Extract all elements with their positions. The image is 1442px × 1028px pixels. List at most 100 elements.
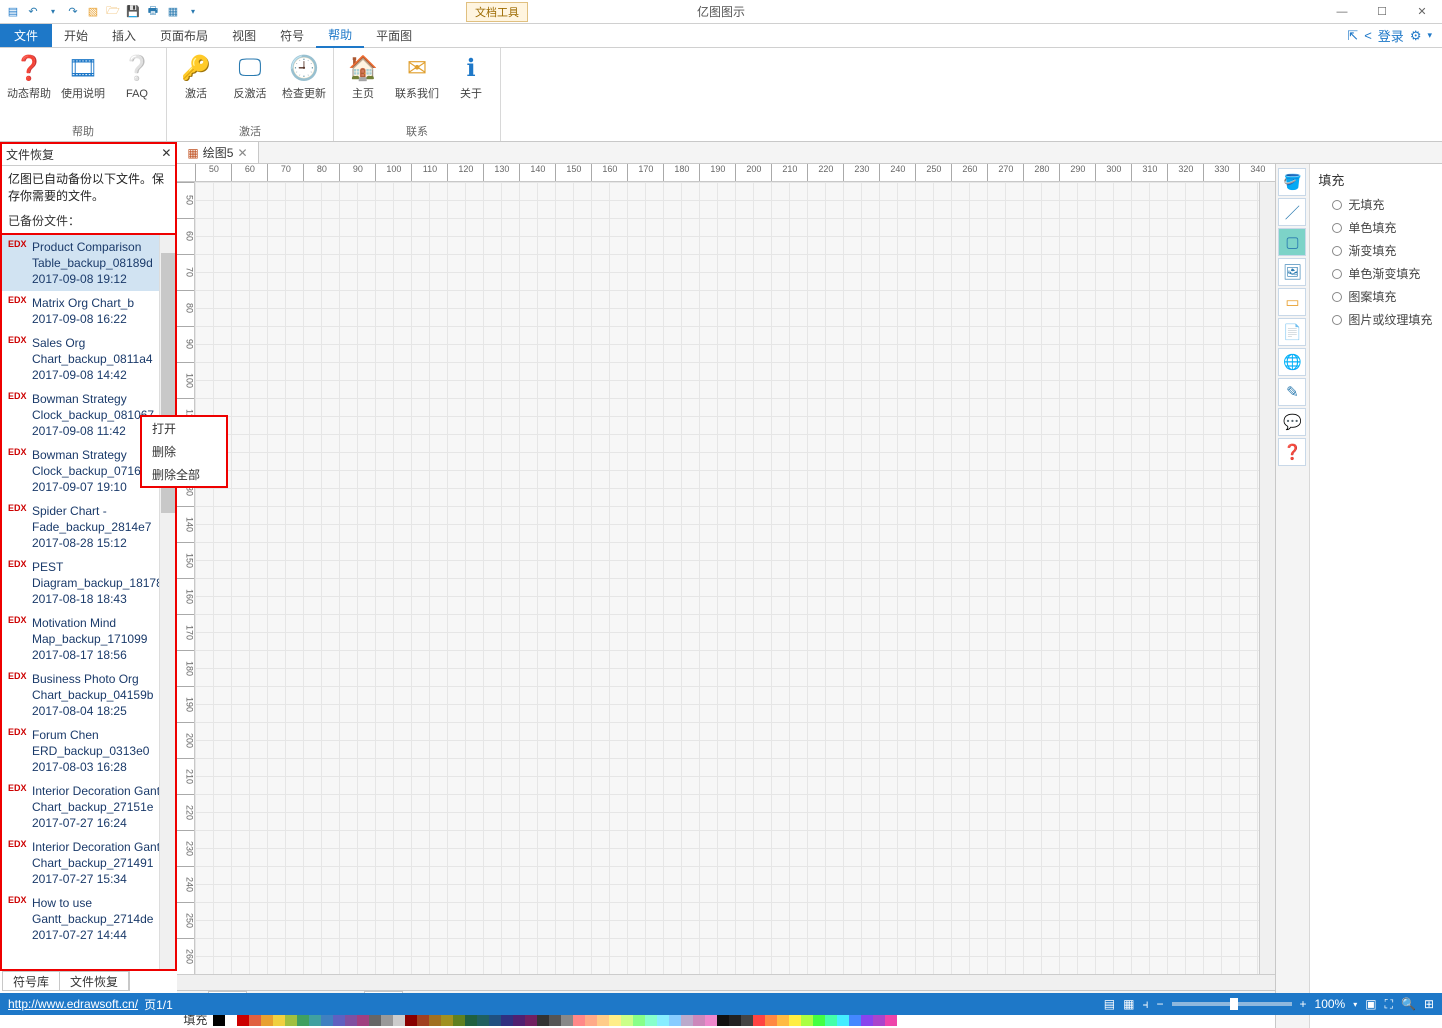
backup-file-item[interactable]: EDXForum Chen ERD_backup_0313e02017-08-0… [2,723,175,779]
color-swatch[interactable] [573,1014,585,1026]
activate-button[interactable]: 🔑激活 [173,52,219,117]
gear-icon[interactable]: ⚙ [1410,28,1422,44]
qat-dropdown-icon[interactable]: ▾ [184,3,202,21]
color-swatch[interactable] [285,1014,297,1026]
tab-symbol[interactable]: 符号 [268,24,316,47]
color-swatch[interactable] [633,1014,645,1026]
color-swatch[interactable] [489,1014,501,1026]
tab-view[interactable]: 视图 [220,24,268,47]
backup-file-item[interactable]: EDXProduct Comparison Table_backup_08189… [2,235,175,291]
zoom-slider[interactable] [1172,1002,1292,1006]
login-button[interactable]: 登录 [1378,26,1404,45]
color-swatch[interactable] [513,1014,525,1026]
new-icon[interactable]: ▧ [84,3,102,21]
undo-icon[interactable]: ↶ [24,3,42,21]
deactivate-button[interactable]: 🖵反激活 [227,52,273,117]
color-swatch[interactable] [237,1014,249,1026]
color-swatch[interactable] [837,1014,849,1026]
undo-dropdown-icon[interactable]: ▾ [44,3,62,21]
tab-start[interactable]: 开始 [52,24,100,47]
tab-help[interactable]: 帮助 [316,23,364,48]
context-delete-all[interactable]: 删除全部 [142,463,226,486]
color-swatch[interactable] [333,1014,345,1026]
scrollbar-horizontal[interactable] [177,974,1275,990]
color-swatch[interactable] [681,1014,693,1026]
color-swatch[interactable] [561,1014,573,1026]
close-icon[interactable]: ✕ [1402,0,1442,24]
contact-us-button[interactable]: ✉联系我们 [394,52,440,117]
color-swatch[interactable] [801,1014,813,1026]
color-swatch[interactable] [849,1014,861,1026]
open-icon[interactable]: 🗁 [104,3,122,21]
color-swatch[interactable] [357,1014,369,1026]
scrollbar-vertical[interactable] [1259,182,1275,974]
color-swatch[interactable] [225,1014,237,1026]
tab-insert[interactable]: 插入 [100,24,148,47]
color-swatch[interactable] [885,1014,897,1026]
tab-plan[interactable]: 平面图 [364,24,424,47]
color-swatch[interactable] [657,1014,669,1026]
color-swatch[interactable] [753,1014,765,1026]
doc-tab-close-icon[interactable]: ✕ [237,146,247,160]
fit-page-icon[interactable]: ▣ [1365,997,1376,1011]
color-swatch[interactable] [501,1014,513,1026]
print-icon[interactable]: 🖶 [144,3,162,21]
context-delete[interactable]: 删除 [142,440,226,463]
color-swatch[interactable] [705,1014,717,1026]
color-swatch[interactable] [309,1014,321,1026]
dynamic-help-button[interactable]: ❓动态帮助 [6,52,52,117]
color-swatch[interactable] [765,1014,777,1026]
color-swatch[interactable] [273,1014,285,1026]
faq-button[interactable]: ❔FAQ [114,52,160,117]
color-swatch[interactable] [249,1014,261,1026]
color-swatch[interactable] [405,1014,417,1026]
help-tool-icon[interactable]: ❓ [1278,438,1306,466]
export-icon[interactable]: ▦ [164,3,182,21]
edit-tool-icon[interactable]: ✎ [1278,378,1306,406]
redo-icon[interactable]: ↷ [64,3,82,21]
backup-file-item[interactable]: EDXMatrix Org Chart_b2017-09-08 16:22 [2,291,175,331]
globe-tool-icon[interactable]: 🌐 [1278,348,1306,376]
color-swatch[interactable] [549,1014,561,1026]
shadow-tool-icon[interactable]: ▢ [1278,228,1306,256]
tab-symbol-lib[interactable]: 符号库 [3,972,60,990]
color-swatch[interactable] [741,1014,753,1026]
app-icon[interactable]: ▤ [4,3,22,21]
line-tool-icon[interactable]: ／ [1278,198,1306,226]
tab-layout[interactable]: 页面布局 [148,24,220,47]
tab-file[interactable]: 文件 [0,24,52,47]
color-swatch[interactable] [693,1014,705,1026]
color-swatch[interactable] [669,1014,681,1026]
color-swatch[interactable] [621,1014,633,1026]
zoom-in-icon[interactable]: + [1300,997,1307,1011]
backup-file-item[interactable]: EDXBusiness Photo Org Chart_backup_04159… [2,667,175,723]
color-swatch[interactable] [729,1014,741,1026]
view-mode-icon[interactable]: ▦ [1123,997,1134,1011]
share-icon[interactable]: ⇱ [1347,28,1358,44]
fit-width-icon[interactable]: ⫞ [1142,997,1148,1012]
color-swatch[interactable] [645,1014,657,1026]
tab-file-recover[interactable]: 文件恢复 [60,972,129,990]
color-swatch[interactable] [525,1014,537,1026]
color-swatch[interactable] [429,1014,441,1026]
color-swatch[interactable] [297,1014,309,1026]
color-swatch[interactable] [813,1014,825,1026]
check-update-button[interactable]: 🕘检查更新 [281,52,327,117]
color-swatch[interactable] [537,1014,549,1026]
zoom-dropdown-icon[interactable]: ▾ [1353,1000,1357,1009]
doc-tool-tab[interactable]: 文档工具 [466,2,528,22]
color-swatch[interactable] [873,1014,885,1026]
fill-none-option[interactable]: 无填充 [1318,193,1442,216]
color-swatch[interactable] [381,1014,393,1026]
grid-icon[interactable]: ⊞ [1424,997,1434,1011]
color-swatch[interactable] [441,1014,453,1026]
color-swatch[interactable] [477,1014,489,1026]
color-swatch[interactable] [789,1014,801,1026]
backup-file-item[interactable]: EDXPEST Diagram_backup_1817842017-08-18 … [2,555,175,611]
backup-file-item[interactable]: EDXSpider Chart - Fade_backup_2814e72017… [2,499,175,555]
collapse-ribbon-icon[interactable]: ▾ [1427,30,1432,41]
backup-file-item[interactable]: EDXInterior Decoration Gantt Chart_backu… [2,779,175,835]
doc-tab[interactable]: ▦ 绘图5 ✕ [177,142,258,163]
color-swatch[interactable] [609,1014,621,1026]
color-swatch[interactable] [465,1014,477,1026]
